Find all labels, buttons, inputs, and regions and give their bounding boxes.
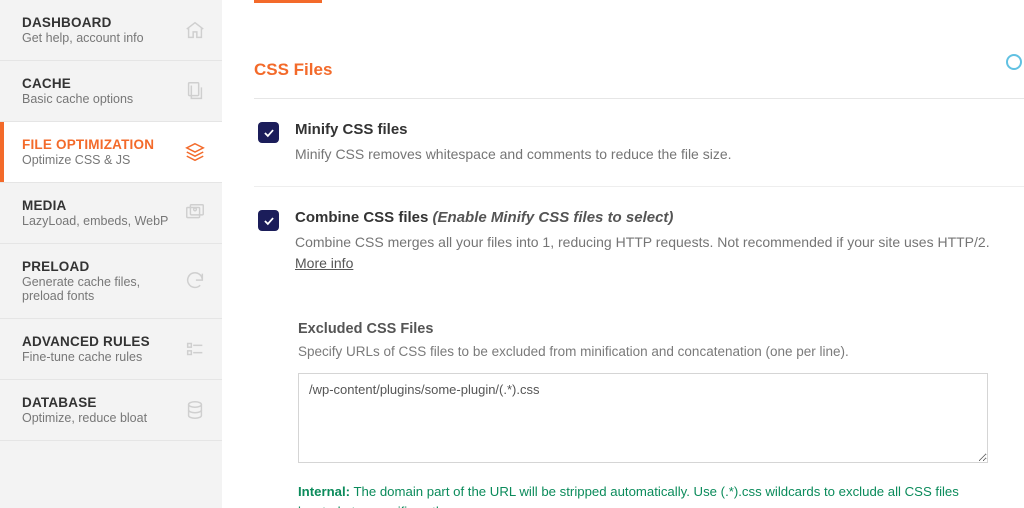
files-icon	[184, 80, 206, 102]
nav-item-advanced-rules[interactable]: ADVANCED RULES Fine-tune cache rules	[0, 319, 222, 380]
option-title-hint: (Enable Minify CSS files to select)	[433, 209, 674, 226]
excluded-note: Internal: The domain part of the URL wil…	[298, 482, 996, 508]
minify-css-checkbox[interactable]	[258, 122, 279, 143]
section-title: CSS Files	[254, 60, 1024, 80]
note-internal-label: Internal:	[298, 484, 350, 499]
house-icon	[184, 19, 206, 41]
nav-item-media[interactable]: MEDIA LazyLoad, embeds, WebP	[0, 183, 222, 244]
nav-desc: Fine-tune cache rules	[22, 350, 150, 364]
sidebar: DASHBOARD Get help, account info CACHE B…	[0, 0, 222, 508]
nav-desc: Optimize, reduce bloat	[22, 411, 147, 425]
nav-item-file-optimization[interactable]: FILE OPTIMIZATION Optimize CSS & JS	[0, 122, 222, 183]
excluded-css-textarea[interactable]	[298, 373, 988, 463]
nav-item-dashboard[interactable]: DASHBOARD Get help, account info	[0, 0, 222, 61]
nav-title: DASHBOARD	[22, 15, 144, 30]
app-root: DASHBOARD Get help, account info CACHE B…	[0, 0, 1024, 508]
option-minify-css: Minify CSS files Minify CSS removes whit…	[254, 99, 1024, 187]
more-info-link[interactable]: More info	[295, 255, 353, 271]
option-desc: Minify CSS removes whitespace and commen…	[295, 144, 732, 164]
database-icon	[184, 399, 206, 421]
nav-title: DATABASE	[22, 395, 147, 410]
photos-icon	[184, 202, 206, 224]
nav-title: ADVANCED RULES	[22, 334, 150, 349]
nav-item-cache[interactable]: CACHE Basic cache options	[0, 61, 222, 122]
option-title: Minify CSS files	[295, 121, 732, 138]
option-desc-text: Combine CSS merges all your files into 1…	[295, 234, 990, 250]
nav-desc: Generate cache files, preload fonts	[22, 275, 176, 303]
main-panel: CSS Files Minify CSS files Minify CSS re…	[222, 0, 1024, 508]
option-desc: Combine CSS merges all your files into 1…	[295, 232, 996, 273]
refresh-icon	[184, 270, 206, 292]
nav-title: PRELOAD	[22, 259, 176, 274]
option-title: Combine CSS files (Enable Minify CSS fil…	[295, 209, 996, 226]
nav-item-preload[interactable]: PRELOAD Generate cache files, preload fo…	[0, 244, 222, 319]
active-tab-indicator	[254, 0, 322, 3]
nav-desc: Basic cache options	[22, 92, 133, 106]
nav-desc: Get help, account info	[22, 31, 144, 45]
layers-icon	[184, 141, 206, 163]
nav-desc: LazyLoad, embeds, WebP	[22, 214, 168, 228]
nav-title: CACHE	[22, 76, 133, 91]
nav-title: MEDIA	[22, 198, 168, 213]
nav-item-database[interactable]: DATABASE Optimize, reduce bloat	[0, 380, 222, 441]
nav-title: FILE OPTIMIZATION	[22, 137, 154, 152]
excluded-desc: Specify URLs of CSS files to be excluded…	[298, 344, 996, 359]
combine-css-checkbox[interactable]	[258, 210, 279, 231]
excluded-css-block: Excluded CSS Files Specify URLs of CSS f…	[254, 321, 1024, 508]
note-internal-text: The domain part of the URL will be strip…	[298, 484, 959, 508]
option-combine-css: Combine CSS files (Enable Minify CSS fil…	[254, 187, 1024, 295]
nav-desc: Optimize CSS & JS	[22, 153, 154, 167]
excluded-title: Excluded CSS Files	[298, 321, 996, 337]
help-beacon-icon[interactable]	[1006, 54, 1022, 70]
sliders-icon	[184, 338, 206, 360]
option-title-text: Combine CSS files	[295, 209, 428, 226]
